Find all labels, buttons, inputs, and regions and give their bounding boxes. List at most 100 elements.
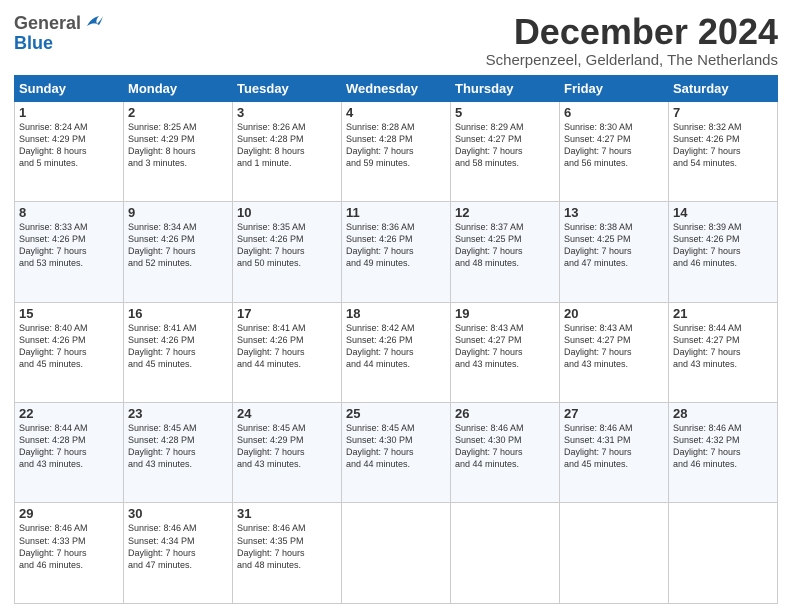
header: General Blue December 2024 Scherpenzeel,… (14, 12, 778, 69)
day-number: 26 (455, 406, 555, 421)
day-info: Sunrise: 8:26 AM Sunset: 4:28 PM Dayligh… (237, 121, 337, 170)
day-number: 27 (564, 406, 664, 421)
calendar-cell: 21Sunrise: 8:44 AM Sunset: 4:27 PM Dayli… (669, 302, 778, 402)
day-info: Sunrise: 8:28 AM Sunset: 4:28 PM Dayligh… (346, 121, 446, 170)
day-number: 5 (455, 105, 555, 120)
calendar-cell: 13Sunrise: 8:38 AM Sunset: 4:25 PM Dayli… (560, 202, 669, 302)
day-info: Sunrise: 8:44 AM Sunset: 4:27 PM Dayligh… (673, 322, 773, 371)
day-number: 24 (237, 406, 337, 421)
calendar-cell: 28Sunrise: 8:46 AM Sunset: 4:32 PM Dayli… (669, 403, 778, 503)
calendar-cell (669, 503, 778, 604)
calendar-cell: 27Sunrise: 8:46 AM Sunset: 4:31 PM Dayli… (560, 403, 669, 503)
day-info: Sunrise: 8:35 AM Sunset: 4:26 PM Dayligh… (237, 221, 337, 270)
day-number: 12 (455, 205, 555, 220)
day-info: Sunrise: 8:34 AM Sunset: 4:26 PM Dayligh… (128, 221, 228, 270)
day-number: 15 (19, 306, 119, 321)
day-number: 3 (237, 105, 337, 120)
day-info: Sunrise: 8:39 AM Sunset: 4:26 PM Dayligh… (673, 221, 773, 270)
weekday-header-tuesday: Tuesday (233, 75, 342, 101)
day-number: 9 (128, 205, 228, 220)
calendar-cell: 10Sunrise: 8:35 AM Sunset: 4:26 PM Dayli… (233, 202, 342, 302)
calendar-cell: 16Sunrise: 8:41 AM Sunset: 4:26 PM Dayli… (124, 302, 233, 402)
calendar-cell: 22Sunrise: 8:44 AM Sunset: 4:28 PM Dayli… (15, 403, 124, 503)
calendar-cell: 1Sunrise: 8:24 AM Sunset: 4:29 PM Daylig… (15, 101, 124, 201)
title-area: December 2024 Scherpenzeel, Gelderland, … (486, 12, 778, 69)
page: General Blue December 2024 Scherpenzeel,… (0, 0, 792, 612)
calendar-cell: 18Sunrise: 8:42 AM Sunset: 4:26 PM Dayli… (342, 302, 451, 402)
calendar-week-row: 1Sunrise: 8:24 AM Sunset: 4:29 PM Daylig… (15, 101, 778, 201)
calendar-cell: 6Sunrise: 8:30 AM Sunset: 4:27 PM Daylig… (560, 101, 669, 201)
day-number: 22 (19, 406, 119, 421)
logo-blue-text: Blue (14, 34, 53, 52)
day-number: 21 (673, 306, 773, 321)
calendar-week-row: 29Sunrise: 8:46 AM Sunset: 4:33 PM Dayli… (15, 503, 778, 604)
calendar-cell: 14Sunrise: 8:39 AM Sunset: 4:26 PM Dayli… (669, 202, 778, 302)
calendar-week-row: 15Sunrise: 8:40 AM Sunset: 4:26 PM Dayli… (15, 302, 778, 402)
day-number: 1 (19, 105, 119, 120)
weekday-header-row: SundayMondayTuesdayWednesdayThursdayFrid… (15, 75, 778, 101)
logo: General Blue (14, 12, 105, 52)
day-info: Sunrise: 8:43 AM Sunset: 4:27 PM Dayligh… (455, 322, 555, 371)
calendar-cell: 26Sunrise: 8:46 AM Sunset: 4:30 PM Dayli… (451, 403, 560, 503)
day-info: Sunrise: 8:46 AM Sunset: 4:32 PM Dayligh… (673, 422, 773, 471)
day-number: 7 (673, 105, 773, 120)
day-number: 4 (346, 105, 446, 120)
day-info: Sunrise: 8:41 AM Sunset: 4:26 PM Dayligh… (237, 322, 337, 371)
calendar-cell: 3Sunrise: 8:26 AM Sunset: 4:28 PM Daylig… (233, 101, 342, 201)
day-number: 19 (455, 306, 555, 321)
day-info: Sunrise: 8:43 AM Sunset: 4:27 PM Dayligh… (564, 322, 664, 371)
day-info: Sunrise: 8:32 AM Sunset: 4:26 PM Dayligh… (673, 121, 773, 170)
day-number: 13 (564, 205, 664, 220)
day-info: Sunrise: 8:45 AM Sunset: 4:30 PM Dayligh… (346, 422, 446, 471)
weekday-header-sunday: Sunday (15, 75, 124, 101)
logo-bird-icon (83, 12, 105, 34)
calendar-cell: 9Sunrise: 8:34 AM Sunset: 4:26 PM Daylig… (124, 202, 233, 302)
day-info: Sunrise: 8:40 AM Sunset: 4:26 PM Dayligh… (19, 322, 119, 371)
day-info: Sunrise: 8:30 AM Sunset: 4:27 PM Dayligh… (564, 121, 664, 170)
day-number: 17 (237, 306, 337, 321)
day-info: Sunrise: 8:42 AM Sunset: 4:26 PM Dayligh… (346, 322, 446, 371)
day-number: 2 (128, 105, 228, 120)
day-info: Sunrise: 8:45 AM Sunset: 4:28 PM Dayligh… (128, 422, 228, 471)
weekday-header-friday: Friday (560, 75, 669, 101)
day-info: Sunrise: 8:38 AM Sunset: 4:25 PM Dayligh… (564, 221, 664, 270)
day-info: Sunrise: 8:46 AM Sunset: 4:34 PM Dayligh… (128, 522, 228, 571)
day-info: Sunrise: 8:29 AM Sunset: 4:27 PM Dayligh… (455, 121, 555, 170)
calendar-cell: 20Sunrise: 8:43 AM Sunset: 4:27 PM Dayli… (560, 302, 669, 402)
day-info: Sunrise: 8:46 AM Sunset: 4:35 PM Dayligh… (237, 522, 337, 571)
calendar-cell: 23Sunrise: 8:45 AM Sunset: 4:28 PM Dayli… (124, 403, 233, 503)
calendar-cell: 31Sunrise: 8:46 AM Sunset: 4:35 PM Dayli… (233, 503, 342, 604)
day-info: Sunrise: 8:44 AM Sunset: 4:28 PM Dayligh… (19, 422, 119, 471)
calendar-cell: 8Sunrise: 8:33 AM Sunset: 4:26 PM Daylig… (15, 202, 124, 302)
day-number: 6 (564, 105, 664, 120)
calendar-cell (451, 503, 560, 604)
day-info: Sunrise: 8:46 AM Sunset: 4:33 PM Dayligh… (19, 522, 119, 571)
calendar-cell: 25Sunrise: 8:45 AM Sunset: 4:30 PM Dayli… (342, 403, 451, 503)
calendar-table: SundayMondayTuesdayWednesdayThursdayFrid… (14, 75, 778, 604)
day-number: 20 (564, 306, 664, 321)
day-number: 18 (346, 306, 446, 321)
day-info: Sunrise: 8:45 AM Sunset: 4:29 PM Dayligh… (237, 422, 337, 471)
weekday-header-saturday: Saturday (669, 75, 778, 101)
calendar-cell: 24Sunrise: 8:45 AM Sunset: 4:29 PM Dayli… (233, 403, 342, 503)
weekday-header-thursday: Thursday (451, 75, 560, 101)
day-number: 23 (128, 406, 228, 421)
day-number: 31 (237, 506, 337, 521)
day-info: Sunrise: 8:37 AM Sunset: 4:25 PM Dayligh… (455, 221, 555, 270)
day-info: Sunrise: 8:41 AM Sunset: 4:26 PM Dayligh… (128, 322, 228, 371)
day-number: 10 (237, 205, 337, 220)
day-number: 11 (346, 205, 446, 220)
calendar-cell: 2Sunrise: 8:25 AM Sunset: 4:29 PM Daylig… (124, 101, 233, 201)
calendar-cell (560, 503, 669, 604)
day-info: Sunrise: 8:46 AM Sunset: 4:31 PM Dayligh… (564, 422, 664, 471)
calendar-cell: 29Sunrise: 8:46 AM Sunset: 4:33 PM Dayli… (15, 503, 124, 604)
weekday-header-wednesday: Wednesday (342, 75, 451, 101)
calendar-week-row: 8Sunrise: 8:33 AM Sunset: 4:26 PM Daylig… (15, 202, 778, 302)
day-number: 16 (128, 306, 228, 321)
calendar-cell: 5Sunrise: 8:29 AM Sunset: 4:27 PM Daylig… (451, 101, 560, 201)
day-info: Sunrise: 8:36 AM Sunset: 4:26 PM Dayligh… (346, 221, 446, 270)
calendar-cell (342, 503, 451, 604)
logo-general-text: General (14, 14, 81, 32)
day-info: Sunrise: 8:25 AM Sunset: 4:29 PM Dayligh… (128, 121, 228, 170)
location-subtitle: Scherpenzeel, Gelderland, The Netherland… (486, 52, 778, 69)
